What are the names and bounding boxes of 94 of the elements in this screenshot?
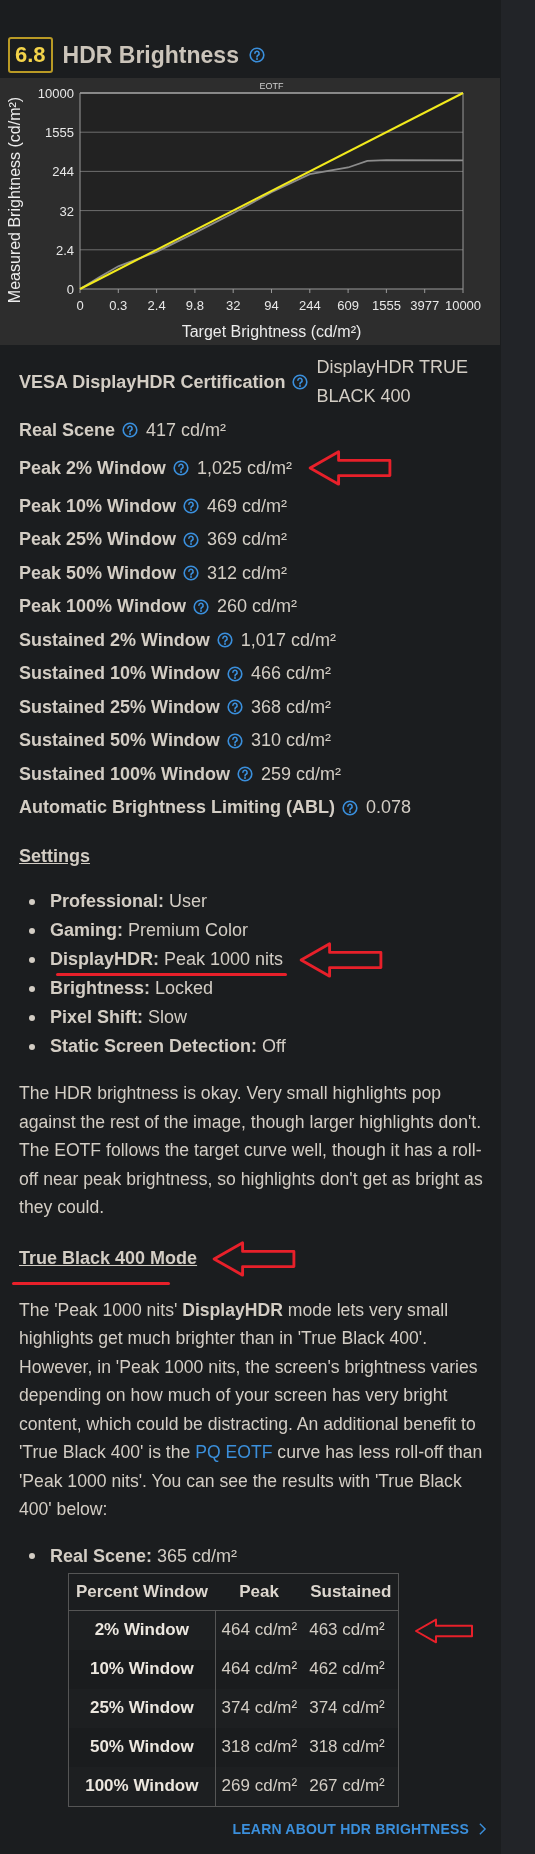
axis-tick-label: 244 (52, 164, 74, 180)
table-cell: 50% Window (68, 1727, 216, 1767)
fact-label: Sustained 100% Window (19, 762, 230, 786)
fact-label: Sustained 25% Window (19, 695, 220, 719)
help-icon[interactable] (122, 422, 139, 438)
setting-text: Static Screen Detection: Off (50, 1036, 286, 1056)
chart-title: EOTF (259, 81, 284, 91)
table-cell: 2% Window (68, 1610, 216, 1650)
fact-value: DisplayHDR TRUE BLACK 400 (316, 356, 470, 408)
axis-tick-label: 9.8 (185, 298, 204, 313)
fact-label: Peak 100% Window (19, 595, 186, 618)
help-icon[interactable] (226, 665, 243, 682)
score-badge: 6.8 (8, 37, 53, 73)
fact-label: Sustained 2% Window (19, 628, 210, 652)
help-icon[interactable] (182, 565, 199, 581)
section-heading: Settings (19, 845, 91, 868)
fact-value: 1,025 cd/m² (196, 456, 292, 480)
fact-value: 260 cd/m² (216, 595, 297, 618)
axis-title: Target Brightness (cd/m²) (181, 323, 362, 340)
pq-eotf-link[interactable]: PQ EOTF (195, 1442, 273, 1462)
table-cell: 464 cd/m² (215, 1610, 304, 1650)
fact-value: 310 cd/m² (250, 729, 331, 752)
setting-text: Gaming: Premium Color (50, 920, 249, 940)
fact-value: 0.078 (366, 796, 412, 819)
fact-label: Sustained 50% Window (19, 729, 220, 752)
help-icon[interactable] (342, 799, 358, 816)
help-icon[interactable] (248, 47, 265, 63)
axis-tick-label: 0 (66, 282, 74, 297)
bullet-icon (29, 898, 35, 905)
learn-more-link[interactable]: LEARN ABOUT HDR BRIGHTNESS (232, 1820, 487, 1837)
axis-title: Measured Brightness (cd/m²) (6, 96, 23, 304)
help-icon[interactable] (236, 766, 253, 782)
fact-label: Peak 25% Window (19, 528, 176, 551)
bullet-icon (29, 1553, 35, 1559)
fact-value: 417 cd/m² (146, 418, 227, 442)
axis-tick-label: 2.4 (55, 242, 74, 258)
fact-label: Peak 10% Window (19, 494, 176, 518)
help-icon[interactable] (226, 732, 243, 749)
fact-label: Sustained 10% Window (19, 662, 220, 685)
help-icon[interactable] (182, 531, 199, 548)
fact-value: 312 cd/m² (206, 561, 287, 585)
real-scene-text: Real Scene: 365 cd/m² (50, 1544, 238, 1568)
chevron-right-icon (478, 1821, 487, 1836)
axis-tick-label: 3977 (410, 298, 440, 313)
table-cell: 10% Window (68, 1649, 216, 1689)
setting-text: Brightness: Locked (50, 978, 214, 998)
table-cell: 100% Window (68, 1766, 216, 1806)
column-header: Sustained (303, 1573, 399, 1610)
axis-tick-label: 1555 (371, 298, 401, 313)
column-header: Peak (215, 1573, 304, 1610)
table-cell: 269 cd/m² (215, 1766, 304, 1806)
fact-label: Peak 2% Window (19, 456, 166, 480)
axis-tick-label: 10000 (37, 86, 74, 101)
axis-tick-label: 0.3 (109, 298, 128, 313)
fact-value: 469 cd/m² (206, 494, 287, 518)
axis-tick-label: 32 (59, 203, 74, 219)
help-icon[interactable] (216, 632, 233, 648)
help-icon[interactable] (182, 498, 199, 514)
bullet-icon (29, 985, 35, 992)
table-cell: 267 cd/m² (303, 1766, 399, 1806)
axis-tick-label: 94 (264, 298, 279, 313)
help-icon[interactable] (192, 598, 209, 615)
help-icon[interactable] (172, 460, 189, 476)
axis-tick-label: 609 (337, 298, 359, 313)
table-cell: 25% Window (68, 1688, 216, 1728)
fact-label: VESA DisplayHDR Certification (19, 370, 286, 394)
fact-label: Real Scene (19, 418, 116, 442)
axis-tick-label: 2.4 (147, 298, 166, 313)
summary-paragraph: The HDR brightness is okay. Very small highlights pop against the rest of the image, though larger highlights don't. The EOTF follows the target curve well, though it has a roll-off near peak brightness, so highlights don't get as bright as they could. (19, 1082, 484, 1219)
help-icon[interactable] (292, 374, 309, 390)
setting-text: Pixel Shift: Slow (50, 1007, 188, 1027)
bullet-icon (29, 927, 35, 934)
column-header: Percent Window (68, 1573, 216, 1610)
axis-tick-label: 32 (225, 298, 241, 313)
section-title: HDR Brightness (62, 41, 239, 69)
fact-label: Automatic Brightness Limiting (ABL) (19, 796, 335, 819)
bullet-icon (29, 956, 35, 963)
bullet-icon (29, 1014, 35, 1021)
fact-value: 259 cd/m² (260, 762, 341, 786)
fact-label: Peak 50% Window (19, 561, 176, 585)
axis-tick-label: 10000 (444, 298, 482, 313)
bullet-icon (29, 1043, 35, 1050)
axis-tick-label: 0 (76, 298, 84, 313)
section-heading: True Black 400 Mode (19, 1247, 198, 1270)
axis-tick-label: 1555 (45, 125, 74, 141)
fact-value: 466 cd/m² (250, 662, 331, 685)
fact-value: 368 cd/m² (250, 695, 331, 719)
setting-text: Professional: User (50, 891, 208, 911)
help-icon[interactable] (226, 699, 243, 715)
axis-tick-label: 244 (298, 298, 321, 313)
setting-text: DisplayHDR: Peak 1000 nits (50, 949, 284, 969)
mode-paragraph: The 'Peak 1000 nits' DisplayHDR mode lets very small highlights get much brighter than in 'True Black 400'. However, in 'Peak 1000 nits, the screen's brightness varies depending on how much of your screen has very bright content, which could be distracting. An additional benefit to 'True Black 400' is the PQ EOTF curve has less roll-off than 'Peak 1000 nits'. You can see the results with 'True Black 400' below: (19, 1298, 484, 1521)
fact-value: 1,017 cd/m² (240, 628, 336, 652)
fact-value: 369 cd/m² (206, 528, 287, 551)
